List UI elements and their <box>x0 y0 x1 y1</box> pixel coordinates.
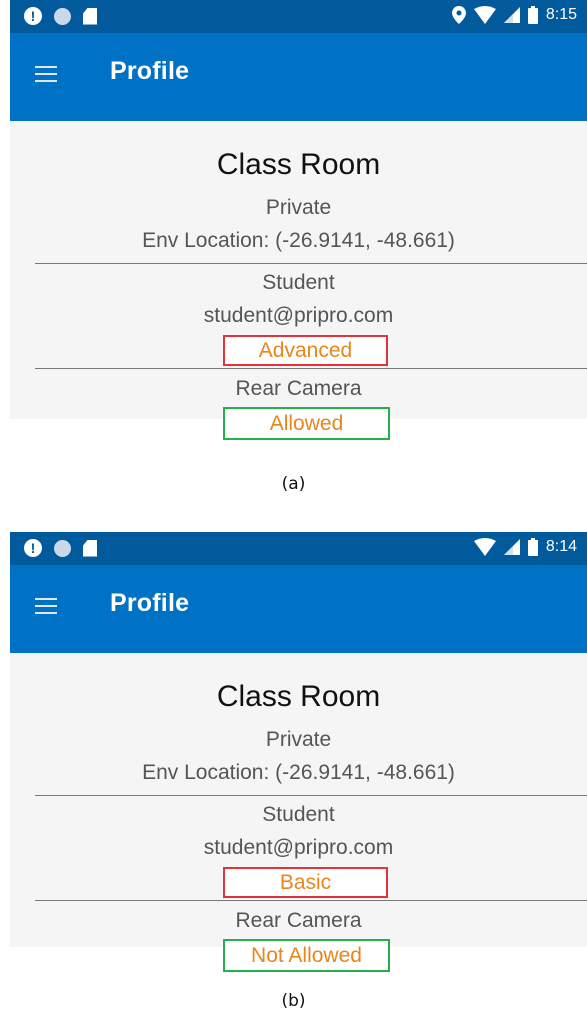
user-email: student@pripro.com <box>203 836 394 859</box>
sd-card-icon <box>83 7 97 25</box>
wifi-icon <box>473 538 496 556</box>
room-privacy: Private <box>265 196 332 219</box>
screenshot-panel-a: ! 8:15 Profile Class Room Private Env Lo… <box>10 0 587 440</box>
alert-icon: ! <box>24 539 42 557</box>
signal-icon <box>503 539 520 555</box>
divider <box>35 368 587 369</box>
room-name: Class Room <box>216 148 381 181</box>
page-title: Profile <box>110 57 190 85</box>
app-bar: Profile <box>10 565 587 653</box>
battery-icon <box>527 538 538 556</box>
status-bar: ! 8:15 <box>10 0 587 33</box>
user-role: Student <box>262 803 335 826</box>
user-email: student@pripro.com <box>203 304 394 327</box>
camera-permission-badge: Allowed <box>223 407 390 440</box>
divider <box>35 795 587 796</box>
camera-label: Rear Camera <box>235 909 362 932</box>
dot-icon <box>54 539 71 557</box>
status-time: 8:15 <box>545 6 577 23</box>
env-location: Env Location: (-26.9141, -48.661) <box>142 229 455 252</box>
profile-content: Class Room Private Env Location: (-26.91… <box>10 653 587 972</box>
divider <box>35 900 587 901</box>
sd-card-icon <box>83 539 97 557</box>
camera-label: Rear Camera <box>235 377 362 400</box>
camera-permission-badge: Not Allowed <box>223 939 390 972</box>
hamburger-menu-icon[interactable] <box>35 66 57 84</box>
wifi-icon <box>473 6 496 24</box>
status-bar: ! 8:14 <box>10 532 587 565</box>
user-role: Student <box>262 271 335 294</box>
privacy-level-badge: Basic <box>223 867 388 898</box>
room-privacy: Private <box>265 728 332 751</box>
page-title: Profile <box>110 589 190 617</box>
env-location: Env Location: (-26.9141, -48.661) <box>142 761 455 784</box>
caption-b: (b) <box>281 991 306 1011</box>
location-icon <box>451 6 466 24</box>
screenshot-panel-b: ! 8:14 Profile Class Room Private Env Lo… <box>10 532 587 972</box>
profile-content: Class Room Private Env Location: (-26.91… <box>10 121 587 440</box>
status-time: 8:14 <box>545 538 577 555</box>
signal-icon <box>503 7 520 23</box>
caption-a: (a) <box>281 474 306 494</box>
privacy-level-badge: Advanced <box>223 335 388 366</box>
battery-icon <box>527 6 538 24</box>
room-name: Class Room <box>216 680 381 713</box>
dot-icon <box>54 7 71 25</box>
app-bar: Profile <box>10 33 587 121</box>
divider <box>35 263 587 264</box>
hamburger-menu-icon[interactable] <box>35 598 57 616</box>
alert-icon: ! <box>24 7 42 25</box>
